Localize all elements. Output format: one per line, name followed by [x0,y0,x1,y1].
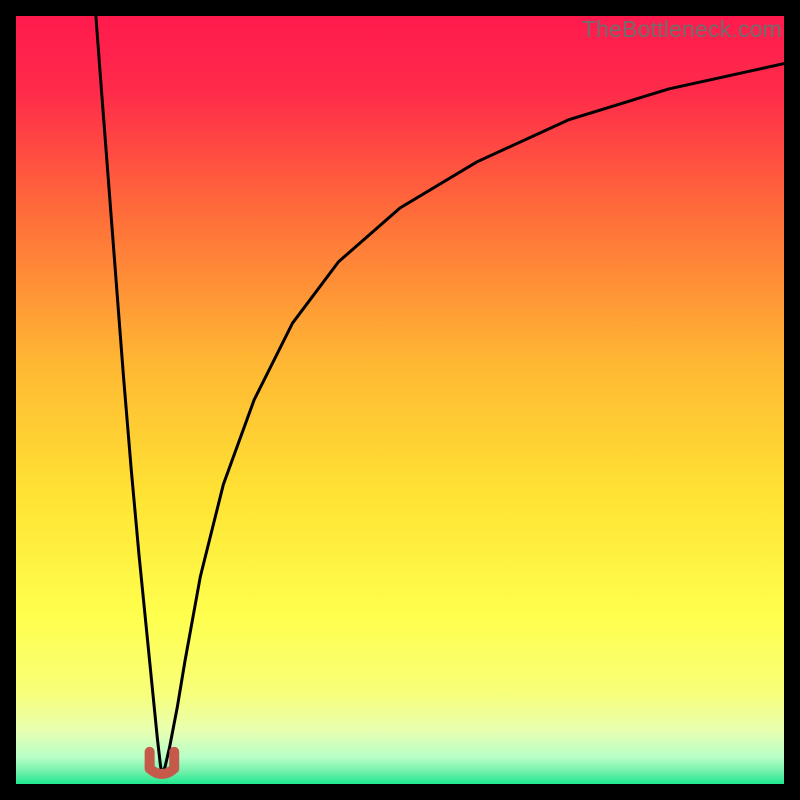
gradient-background [16,16,784,784]
bottleneck-chart [16,16,784,784]
chart-frame: TheBottleneck.com [16,16,784,784]
watermark-text: TheBottleneck.com [582,16,782,43]
